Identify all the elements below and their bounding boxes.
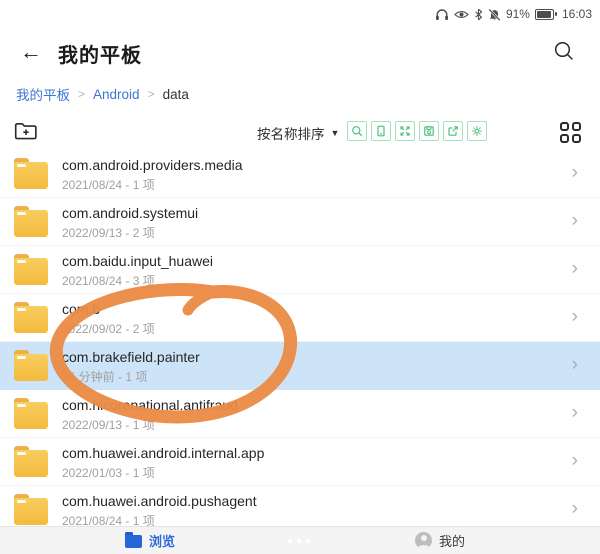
watermark-zoom-icon: [347, 121, 367, 141]
chevron-right-icon: ›: [572, 163, 578, 183]
breadcrumb: 我的平板 > Android > data: [16, 84, 189, 104]
bottom-tab-bar: 浏览 我的: [0, 526, 600, 554]
folder-icon: [14, 402, 48, 429]
watermark-share-icon: [443, 121, 463, 141]
file-row[interactable]: com.hicorenational.antifraud 2022/09/13 …: [0, 390, 600, 438]
folder-icon: [14, 354, 48, 381]
file-row[interactable]: com.android.providers.media 2021/08/24 -…: [0, 150, 600, 198]
chevron-right-icon: ›: [572, 307, 578, 327]
bluetooth-icon: [474, 8, 483, 21]
chevron-right-icon: ›: [572, 355, 578, 375]
grid-view-icon[interactable]: [560, 122, 581, 143]
file-meta: 2022/09/02 - 2 项: [62, 320, 155, 337]
folder-icon: [14, 450, 48, 477]
file-name: com.android.providers.media: [62, 157, 243, 173]
watermark-fullscreen-icon: [395, 121, 415, 141]
sort-label: 按名称排序: [257, 123, 325, 143]
toolbar: 按名称排序 ▼: [0, 114, 600, 150]
file-meta: 35 分钟前 - 1 项: [62, 368, 147, 385]
file-row-selected[interactable]: com.brakefield.painter 35 分钟前 - 1 项 ›: [0, 342, 600, 390]
file-name: com.hicorenational.antifraud: [62, 397, 238, 413]
chevron-right-icon: ›: [572, 451, 578, 471]
header: ← 我的平板: [0, 36, 600, 70]
file-row[interactable]: com.android.systemui 2022/09/13 - 2 项 ›: [0, 198, 600, 246]
file-name: com.huawei.android.pushagent: [62, 493, 257, 509]
file-row[interactable]: com.b 2022/09/02 - 2 项 ›: [0, 294, 600, 342]
new-folder-icon[interactable]: [13, 118, 39, 144]
headset-icon: [435, 8, 449, 21]
battery-percent: 91%: [506, 6, 530, 22]
breadcrumb-separator: >: [148, 87, 155, 101]
file-meta: 2021/08/24 - 3 项: [62, 272, 155, 289]
browse-folder-icon: [125, 535, 142, 548]
file-name: com.baidu.input_huawei: [62, 253, 213, 269]
file-name: com.brakefield.painter: [62, 349, 200, 365]
chevron-right-icon: ›: [572, 211, 578, 231]
sort-caret-icon: ▼: [331, 128, 340, 138]
chevron-right-icon: ›: [572, 403, 578, 423]
folder-icon: [14, 162, 48, 189]
folder-icon: [14, 210, 48, 237]
file-list: com.android.providers.media 2021/08/24 -…: [0, 150, 600, 534]
breadcrumb-separator: >: [78, 87, 85, 101]
battery-icon: [535, 9, 554, 20]
clock: 16:03: [562, 6, 592, 22]
folder-icon: [14, 306, 48, 333]
tab-mine-label: 我的: [439, 531, 465, 550]
mine-avatar-icon: [415, 532, 432, 549]
mute-icon: [488, 8, 501, 21]
file-meta: 2022/09/13 - 2 项: [62, 224, 155, 241]
file-meta: 2022/09/13 - 1 项: [62, 416, 155, 433]
watermark-settings-icon: [467, 121, 487, 141]
breadcrumb-root[interactable]: 我的平板: [16, 84, 70, 104]
watermark-toolbar: [347, 121, 487, 141]
file-manager-screen: 91% 16:03 ← 我的平板 我的平板 > Android > data 按…: [0, 0, 600, 554]
breadcrumb-current: data: [163, 87, 189, 102]
status-bar: 91% 16:03: [435, 6, 592, 22]
breadcrumb-android[interactable]: Android: [93, 87, 140, 102]
folder-icon: [14, 258, 48, 285]
file-row[interactable]: com.baidu.input_huawei 2021/08/24 - 3 项 …: [0, 246, 600, 294]
tab-browse-label: 浏览: [149, 531, 175, 550]
file-name: com.huawei.android.internal.app: [62, 445, 264, 461]
search-icon[interactable]: [552, 39, 576, 63]
file-name: com.b: [62, 301, 100, 317]
back-button[interactable]: ←: [20, 38, 42, 66]
chevron-right-icon: ›: [572, 259, 578, 279]
file-name: com.android.systemui: [62, 205, 198, 221]
home-indicator-dots: [288, 539, 310, 543]
eye-comfort-icon: [454, 9, 469, 20]
chevron-right-icon: ›: [572, 499, 578, 519]
watermark-save-icon: [419, 121, 439, 141]
page-title: 我的平板: [58, 39, 142, 68]
file-meta: 2022/01/03 - 1 项: [62, 464, 155, 481]
sort-button[interactable]: 按名称排序 ▼: [257, 123, 339, 143]
tab-browse[interactable]: 浏览: [125, 527, 175, 554]
file-meta: 2021/08/24 - 1 项: [62, 176, 155, 193]
file-row[interactable]: com.huawei.android.internal.app 2022/01/…: [0, 438, 600, 486]
folder-icon: [14, 498, 48, 525]
tab-mine[interactable]: 我的: [415, 527, 465, 554]
watermark-device-icon: [371, 121, 391, 141]
